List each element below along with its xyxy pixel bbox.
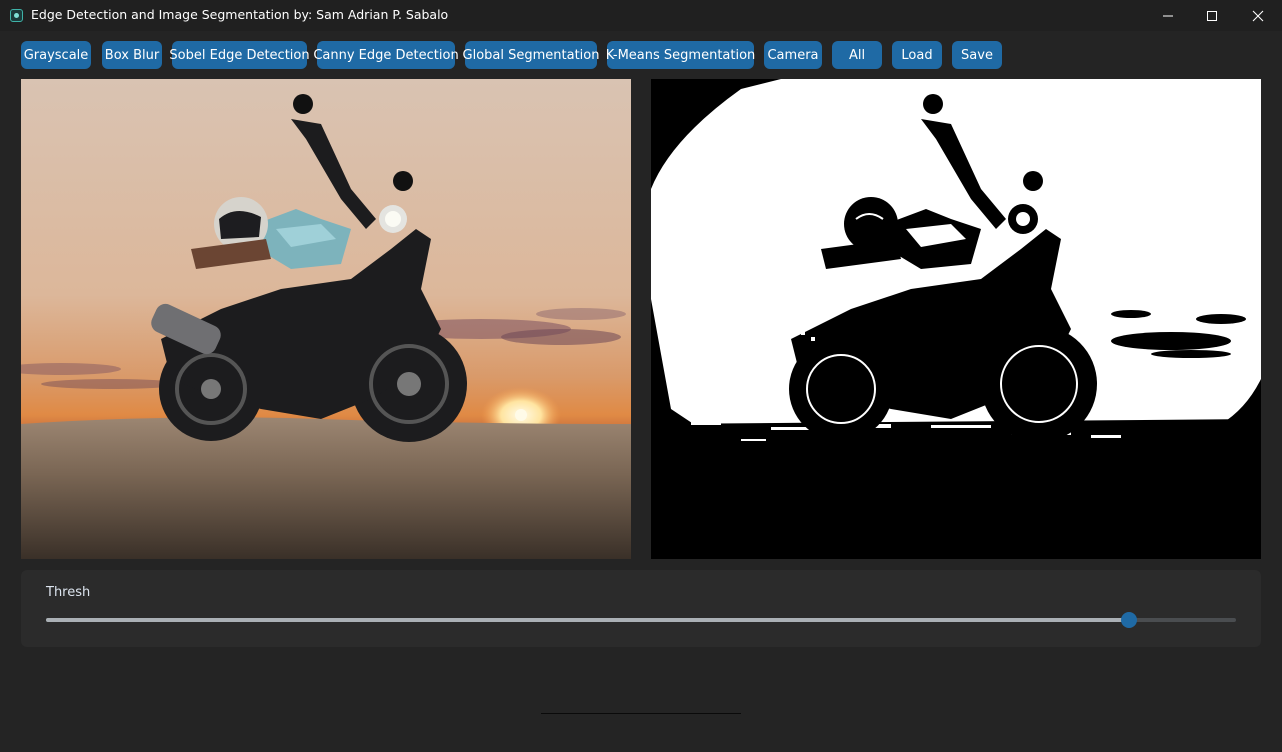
all-button[interactable]: All [832,41,882,69]
global-segmentation-button[interactable]: Global Segmentation [463,41,600,69]
app-icon [10,9,23,22]
close-button[interactable] [1235,0,1281,31]
app-window: Edge Detection and Image Segmentation by… [0,0,1282,752]
maximize-button[interactable] [1189,0,1235,31]
thresh-slider[interactable] [46,612,1236,628]
thresh-label: Thresh [46,585,91,600]
original-image-panel [21,79,631,559]
title-bar: Edge Detection and Image Segmentation by… [0,0,1282,31]
minimize-button[interactable] [1145,0,1191,31]
camera-button[interactable]: Camera [764,41,822,69]
maximize-icon [1207,10,1217,21]
grayscale-button[interactable]: Grayscale [21,41,91,69]
threshold-frame: Thresh [21,570,1261,647]
segmented-motorcycle-photo [651,79,1261,559]
save-button[interactable]: Save [952,41,1002,69]
load-button[interactable]: Load [892,41,942,69]
canny-edge-detection-button[interactable]: Canny Edge Detection [313,41,459,69]
divider-line [541,713,741,714]
motorcycle-photo [21,79,631,559]
processed-image-panel [651,79,1261,559]
sobel-edge-detection-button[interactable]: Sobel Edge Detection [169,41,310,69]
k-means-segmentation-button[interactable]: K-Means Segmentation [606,41,755,69]
minimize-icon [1163,15,1173,16]
thresh-slider-fill [46,618,1129,622]
box-blur-button[interactable]: Box Blur [102,41,162,69]
close-icon [1252,10,1264,21]
window-title: Edge Detection and Image Segmentation by… [31,7,449,22]
thresh-slider-thumb[interactable] [1120,612,1137,628]
